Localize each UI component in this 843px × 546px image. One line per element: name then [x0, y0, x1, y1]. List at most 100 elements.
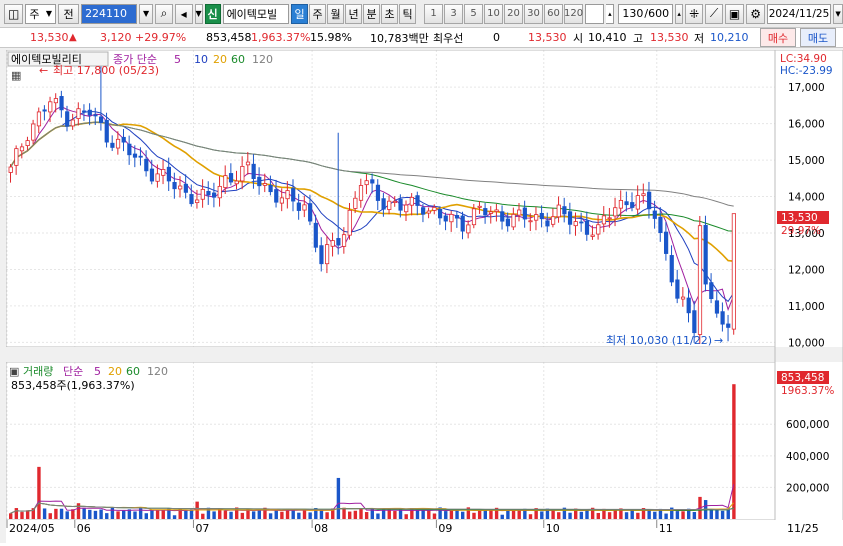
volume-bar: [150, 509, 154, 519]
volume-bar: [65, 511, 69, 519]
speaker-chevron-icon[interactable]: ▼: [194, 3, 203, 24]
candle-body: [680, 296, 686, 300]
minute-step-1[interactable]: 3: [444, 3, 464, 24]
price-y-tick: 12,000: [788, 264, 825, 276]
candle-body: [731, 213, 737, 330]
candle-body: [517, 209, 522, 216]
minute-step-5[interactable]: 30: [524, 3, 544, 24]
volume-bar: [449, 510, 454, 519]
calendar-chevron-icon[interactable]: ▼: [833, 3, 843, 24]
minute-step-6[interactable]: 60: [544, 3, 564, 24]
candle-body: [641, 193, 646, 197]
period-tab-2[interactable]: 월: [327, 3, 345, 24]
table-icon[interactable]: ▦: [11, 69, 21, 82]
candle-body: [534, 214, 539, 221]
period-tab-0[interactable]: 일: [291, 3, 309, 24]
buy-button[interactable]: 매수: [760, 28, 796, 47]
volume-bar: [25, 510, 30, 519]
date-field[interactable]: 2024/11/25: [767, 3, 831, 24]
chart-line-tool-icon[interactable]: ⟋: [705, 3, 723, 24]
last-change-tag: 29.97%: [781, 225, 821, 237]
period-tab-5[interactable]: 초: [381, 3, 399, 24]
candle-body: [48, 101, 53, 113]
search-icon[interactable]: ⌕: [155, 3, 173, 24]
minute-step-7[interactable]: 120: [564, 3, 583, 24]
chart-area[interactable]: 에이텍모빌리티 종가 단순 5 10 20 60 120 ▦ ← 최고 17,8…: [5, 49, 843, 544]
period-tab-1[interactable]: 주: [309, 3, 327, 24]
minute-step-3[interactable]: 10: [484, 3, 504, 24]
volume-bar: [455, 509, 459, 519]
candle-body: [217, 185, 222, 199]
candle-body: [53, 98, 59, 104]
candle-body: [268, 184, 273, 193]
stock-chart-window: ◫ 주 ▼ 전 ▼ ⌕ ◂ ▼ 신 에이텍모빌 일주월년분초틱 13510203…: [0, 0, 843, 544]
candle-body: [460, 215, 465, 232]
x-axis-label: 10: [546, 522, 560, 535]
minute-step-4[interactable]: 20: [504, 3, 524, 24]
candle-body: [449, 213, 454, 223]
volume-bar: [218, 508, 222, 519]
market-type-select[interactable]: 주 ▼: [25, 3, 57, 24]
candle-body: [415, 195, 420, 206]
sell-button[interactable]: 매도: [800, 28, 836, 47]
volume-ma-label: 단순: [63, 365, 83, 378]
volume-menu-icon[interactable]: ▣: [9, 365, 19, 378]
minute-step-0[interactable]: 1: [424, 3, 444, 24]
candle-body: [274, 189, 279, 203]
candle-body: [551, 216, 556, 225]
minute-step-2[interactable]: 5: [464, 3, 484, 24]
panel-splitter[interactable]: [6, 347, 843, 362]
candle-body: [726, 323, 731, 328]
candle-body: [65, 111, 70, 127]
volume-bar: [257, 510, 261, 519]
volume-bar: [675, 511, 680, 519]
candle-body: [31, 123, 36, 141]
period-tab-6[interactable]: 틱: [399, 3, 417, 24]
candle-body: [155, 173, 160, 182]
volume-bar: [432, 513, 437, 519]
volume-bar: [110, 507, 115, 519]
volume-bar: [42, 508, 47, 519]
volume-ma-lines: [10, 484, 735, 514]
minute-custom-field[interactable]: [585, 3, 605, 24]
settings-gear-icon[interactable]: ⚙: [746, 3, 765, 24]
quote-open-label: 시: [573, 31, 584, 45]
volume-bar: [82, 507, 86, 519]
candle-body: [330, 240, 335, 247]
stock-code-input[interactable]: [83, 4, 136, 23]
candle-body: [358, 185, 364, 201]
volume-bar: [342, 507, 346, 519]
prev-button[interactable]: 전: [58, 3, 80, 24]
stock-name-field[interactable]: 에이텍모빌: [222, 3, 290, 24]
toolbar: ◫ 주 ▼ 전 ▼ ⌕ ◂ ▼ 신 에이텍모빌 일주월년분초틱 13510203…: [0, 0, 843, 28]
volume-bar: [364, 512, 369, 519]
candle-body: [8, 166, 13, 173]
ma5-label: 5: [174, 53, 181, 66]
candle-body: [539, 212, 544, 220]
period-tab-4[interactable]: 분: [363, 3, 381, 24]
volume-bar: [421, 510, 425, 519]
candle-body: [483, 208, 488, 216]
count-stepper-icon[interactable]: ▴: [675, 3, 684, 24]
custom-stepper-icon[interactable]: ▴: [606, 3, 615, 24]
buy-button-label: 매수: [767, 31, 789, 45]
high-arrow-icon: ←: [39, 64, 48, 77]
candle-body: [720, 311, 725, 325]
candle-body: [387, 200, 392, 210]
volume-bar: [240, 512, 245, 519]
grid-tool-icon[interactable]: ⁜: [685, 3, 704, 24]
candle-body: [709, 282, 714, 300]
volume-bar: [9, 513, 13, 519]
save-icon[interactable]: ▣: [724, 3, 745, 24]
period-tab-3[interactable]: 년: [345, 3, 363, 24]
speaker-icon[interactable]: ◂: [174, 3, 193, 24]
volume-bar: [105, 513, 109, 519]
chart-menu-icon[interactable]: ◫: [4, 3, 24, 24]
candle-body: [353, 197, 358, 209]
code-dropdown-chevron-icon[interactable]: ▼: [139, 3, 154, 24]
candle-body: [302, 204, 307, 211]
display-count-field[interactable]: 130 /600: [618, 3, 674, 24]
chart-svg[interactable]: 에이텍모빌리티 종가 단순 5 10 20 60 120 ▦ ← 최고 17,8…: [5, 49, 843, 544]
candle-body: [618, 199, 624, 209]
volume-y-tick: 200,000: [786, 482, 829, 494]
